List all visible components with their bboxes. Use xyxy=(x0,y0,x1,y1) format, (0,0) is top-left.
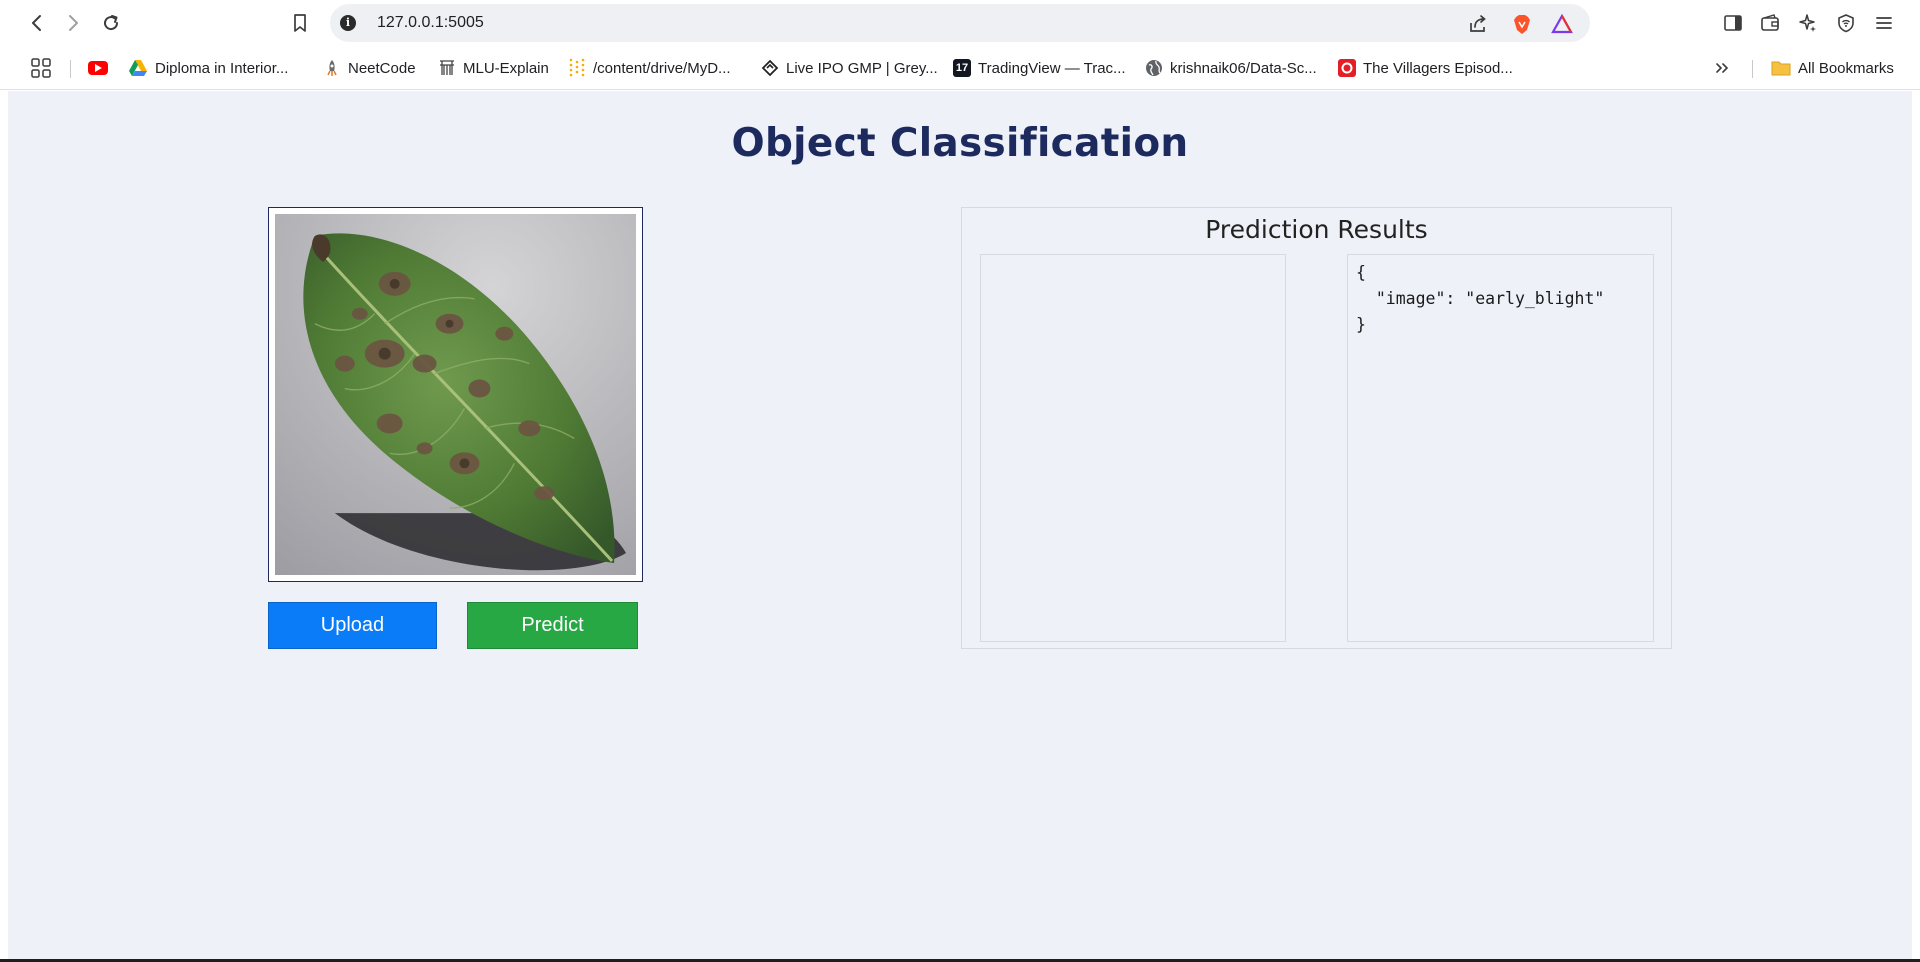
bookmark-mlu-explain[interactable]: MLU-Explain xyxy=(438,55,549,81)
google-drive-icon xyxy=(129,60,147,76)
brave-shields-icon[interactable] xyxy=(1510,12,1534,36)
folder-icon xyxy=(1771,61,1791,76)
bookmark-label: The Villagers Episod... xyxy=(1363,59,1513,77)
share-icon[interactable] xyxy=(1466,12,1490,36)
wallet-icon[interactable] xyxy=(1757,10,1783,36)
bookmark-tradingview[interactable]: 17 TradingView — Trac... xyxy=(953,55,1126,81)
bookmarks-separator xyxy=(1752,60,1753,78)
back-arrow-icon xyxy=(32,15,41,31)
address-bar[interactable]: i 127.0.0.1:5005 xyxy=(330,4,1590,42)
all-bookmarks-button[interactable]: All Bookmarks xyxy=(1771,55,1894,81)
bookmark-page-button[interactable] xyxy=(285,8,315,38)
menu-icon[interactable] xyxy=(1871,10,1897,36)
results-title: Prediction Results xyxy=(1205,215,1428,244)
apps-button[interactable] xyxy=(30,55,52,81)
bookmark-label: Diploma in Interior... xyxy=(155,59,289,77)
prediction-results-panel: Prediction Results { "image": "early_bli… xyxy=(961,207,1672,649)
all-bookmarks-label: All Bookmarks xyxy=(1798,59,1894,77)
result-json-box: { "image": "early_blight" } xyxy=(1347,254,1654,642)
bookmark-label: krishnaik06/Data-Sc... xyxy=(1170,59,1317,77)
uploaded-leaf-image xyxy=(275,214,636,575)
bookmark-label: /content/drive/MyD... xyxy=(593,59,731,77)
sidebar-toggle-icon[interactable] xyxy=(1720,10,1746,36)
json-output-line: } xyxy=(1356,315,1366,334)
leo-ai-icon[interactable] xyxy=(1795,10,1821,36)
site-info-icon[interactable]: i xyxy=(340,15,356,31)
forward-button[interactable] xyxy=(58,8,88,38)
brave-rewards-icon[interactable] xyxy=(1550,12,1574,36)
apps-grid-icon xyxy=(31,58,51,78)
browser-window: i 127.0.0.1:5005 Diploma in Interior... … xyxy=(0,0,1920,962)
bookmark-krishnaik[interactable]: krishnaik06/Data-Sc... xyxy=(1145,55,1317,81)
chevron-double-right-icon xyxy=(1716,63,1729,73)
reload-button[interactable] xyxy=(96,8,126,38)
url-text[interactable]: 127.0.0.1:5005 xyxy=(377,14,484,32)
result-image-box xyxy=(980,254,1286,642)
predict-button[interactable]: Predict xyxy=(467,602,638,649)
bookmark-diploma[interactable]: Diploma in Interior... xyxy=(128,55,288,81)
globe-icon xyxy=(1146,60,1162,76)
bookmark-villagers[interactable]: The Villagers Episod... xyxy=(1338,55,1513,81)
json-output-line: "image": "early_blight" xyxy=(1356,289,1605,308)
bookmark-colab[interactable]: /content/drive/MyD... xyxy=(568,55,731,81)
bookmark-label: MLU-Explain xyxy=(463,59,549,77)
tradingview-icon: 17 xyxy=(953,59,971,77)
json-output-line: { xyxy=(1356,263,1366,282)
window-edge-right xyxy=(1912,0,1920,962)
bookmark-label: NeetCode xyxy=(348,59,416,77)
colab-icon xyxy=(569,58,585,77)
window-edge-left xyxy=(0,0,8,962)
forward-arrow-icon xyxy=(69,15,78,31)
bookmark-label: Live IPO GMP | Grey... xyxy=(786,59,938,77)
bookmark-live-ipo[interactable]: Live IPO GMP | Grey... xyxy=(761,55,938,81)
vpn-icon[interactable] xyxy=(1833,10,1859,36)
back-button[interactable] xyxy=(22,8,52,38)
bookmarks-bar: Diploma in Interior... NeetCode MLU-Expl… xyxy=(0,46,1920,90)
bookmark-icon xyxy=(294,14,306,32)
bookmark-label: TradingView — Trac... xyxy=(978,59,1126,77)
more-bookmarks-button[interactable] xyxy=(1714,55,1730,81)
web-page: Object Classification Upload Predict Pre… xyxy=(8,91,1912,959)
bookmark-neetcode[interactable]: NeetCode xyxy=(323,55,416,81)
bookmarks-separator xyxy=(70,60,71,78)
mlu-icon xyxy=(440,60,454,75)
reload-icon xyxy=(104,15,119,31)
upload-button[interactable]: Upload xyxy=(268,602,437,649)
youtube-icon xyxy=(88,61,108,75)
rocket-icon xyxy=(327,60,337,76)
page-title: Object Classification xyxy=(731,121,1189,166)
uploaded-image-frame xyxy=(268,207,643,582)
browser-toolbar: i 127.0.0.1:5005 xyxy=(0,0,1920,46)
villagers-icon xyxy=(1338,59,1356,77)
bookmark-youtube[interactable] xyxy=(88,55,108,81)
diamond-icon xyxy=(761,59,779,77)
